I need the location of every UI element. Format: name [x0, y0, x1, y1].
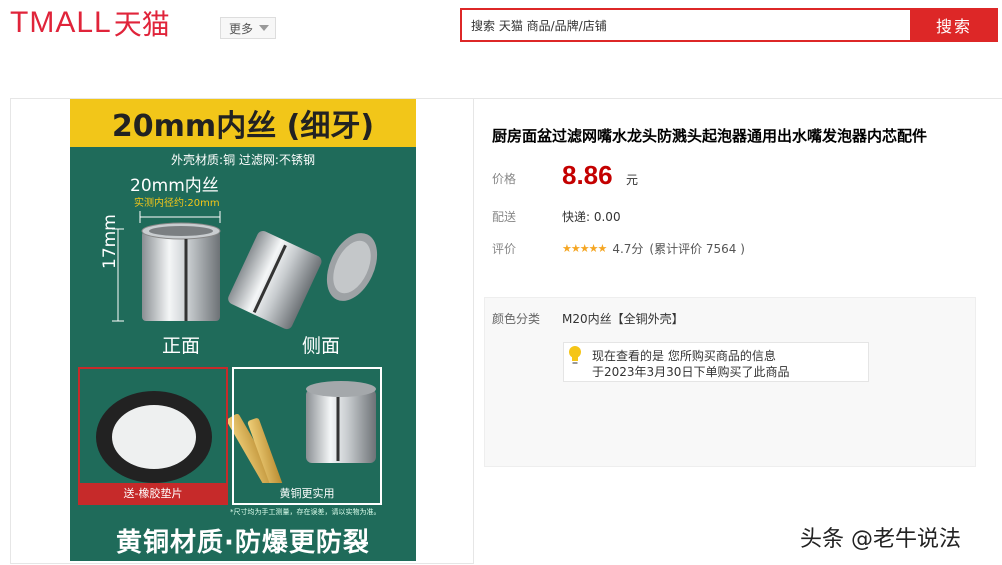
chevron-down-icon — [259, 25, 270, 31]
search-input[interactable]: 搜索 天猫 商品/品牌/店铺 — [460, 8, 912, 42]
divider — [474, 98, 1002, 99]
shipping-label: 配送 — [492, 210, 517, 224]
brass-card-tag: 黄铜更实用 — [234, 483, 380, 503]
search-button[interactable]: 搜索 — [910, 8, 998, 42]
logo-cn-text: 天猫 — [113, 8, 170, 41]
more-label: 更多 — [229, 21, 254, 36]
price-label: 价格 — [492, 172, 517, 186]
tmall-logo[interactable]: TMALL 天猫 — [10, 6, 170, 41]
gasket-card-tag: 送-橡胶垫片 — [80, 483, 226, 503]
logo-latin-text: TMALL — [10, 6, 112, 39]
price-unit: 元 — [626, 173, 639, 187]
image-label-side: 侧面 — [302, 335, 341, 357]
rating-score: 4.7分 — [612, 242, 644, 256]
gasket-card: 送-橡胶垫片 — [78, 367, 228, 505]
rating-summary[interactable]: ★★★★★ 4.7分 (累计评价 7564 ) — [562, 240, 745, 257]
product-main-image[interactable]: 20mm内丝 (细牙) 外壳材质:铜 过滤网:不锈钢 20mm内丝 实测内径约:… — [70, 99, 416, 561]
image-note: *尺寸均为手工测量，存在误差，请以实物为准。 — [230, 508, 381, 516]
image-label-front: 正面 — [162, 335, 201, 357]
rating-label: 评价 — [492, 242, 517, 256]
sku-label: 颜色分类 — [492, 312, 541, 326]
tip-line-1: 现在查看的是 您所购买商品的信息 — [592, 349, 776, 363]
sku-value[interactable]: M20内丝【全铜外壳】 — [562, 310, 684, 327]
price-value: 8.86 — [562, 160, 613, 190]
product-title: 厨房面盆过滤网嘴水龙头防溅头起泡器通用出水嘴发泡器内芯配件 — [492, 127, 928, 145]
brass-card: 黄铜更实用 — [232, 367, 382, 505]
sku-panel — [484, 297, 976, 467]
tip-line-2: 于2023年3月30日下单购买了此商品 — [592, 365, 790, 379]
image-banner-bottom: 黄铜材质·防爆更防裂 — [116, 527, 370, 558]
shipping-value: 快递: 0.00 — [562, 210, 621, 224]
rating-count: (累计评价 7564 ) — [649, 242, 745, 256]
watermark: 头条 @老牛说法 — [800, 527, 961, 552]
lightbulb-icon — [569, 346, 581, 364]
star-rating-icon: ★★★★★ — [562, 242, 607, 255]
more-dropdown[interactable]: 更多 — [220, 17, 276, 39]
search-placeholder: 搜索 天猫 商品/品牌/店铺 — [471, 18, 607, 33]
